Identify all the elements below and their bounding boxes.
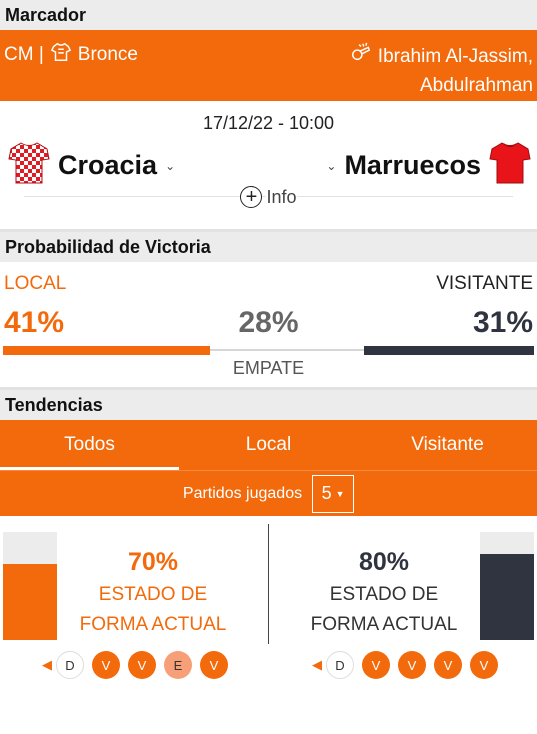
probability-header: Probabilidad de Victoria <box>0 232 537 262</box>
competition-bar: CM | Bronce Ibrahim Al-Jassim, Abdulrahm… <box>0 30 537 101</box>
chevron-down-icon: ⌄ <box>165 158 176 173</box>
away-result-2[interactable]: V <box>398 651 426 679</box>
home-form-label-line1: ESTADO DE <box>98 584 208 605</box>
home-result-3[interactable]: E <box>164 651 192 679</box>
home-results: ◀ D V V E V <box>42 651 228 679</box>
home-form-bar-fill <box>3 564 57 640</box>
match-datetime: 17/12/22 - 10:00 <box>202 113 335 133</box>
away-team[interactable]: ⌄ Marruecos <box>326 141 531 190</box>
morocco-shirt-icon <box>489 141 531 190</box>
referee-name-cont: Abdulrahman <box>419 75 533 96</box>
home-result-2[interactable]: V <box>128 651 156 679</box>
away-result-0[interactable]: D <box>326 651 354 679</box>
probability-bar <box>3 346 534 355</box>
away-team-name: Marruecos <box>344 150 481 180</box>
match-card: 17/12/22 - 10:00 Croacia ⌄ ⌄ Marruecos +… <box>0 101 537 232</box>
played-label: Partidos jugados <box>182 484 303 502</box>
home-result-1[interactable]: V <box>92 651 120 679</box>
trends-title: Tendencias <box>5 394 103 415</box>
croatia-shirt-icon <box>8 141 50 190</box>
away-form-label-line2: FORMA ACTUAL <box>310 614 458 635</box>
away-form-bar-fill <box>480 553 534 640</box>
tab-visitante[interactable]: Visitante <box>358 420 537 470</box>
away-result-3[interactable]: V <box>434 651 462 679</box>
away-form-bar <box>480 532 534 640</box>
home-form-label-line2: FORMA ACTUAL <box>79 614 227 635</box>
probability-panel: LOCAL VISITANTE 41% 28% 31% EMPATE <box>0 262 537 390</box>
shirt-icon <box>50 41 72 69</box>
whistle-icon <box>350 41 372 72</box>
tab-local[interactable]: Local <box>179 420 358 470</box>
played-select[interactable]: 5 ▼ <box>312 474 355 513</box>
arrow-left-icon: ◀ <box>42 657 52 672</box>
draw-probability: 28% <box>238 306 299 339</box>
tab-todos[interactable]: Todos <box>0 420 179 470</box>
trends-tabs: Todos Local Visitante <box>0 420 537 470</box>
home-team[interactable]: Croacia ⌄ <box>8 141 175 190</box>
round-name: Bronce <box>77 44 138 65</box>
played-filter: Partidos jugados 5 ▼ <box>0 470 537 516</box>
played-value: 5 <box>321 483 332 503</box>
marcador-header: Marcador <box>0 0 537 30</box>
away-probability: 31% <box>472 306 533 339</box>
arrow-left-icon: ◀ <box>312 657 322 672</box>
away-result-1[interactable]: V <box>362 651 390 679</box>
home-form-label: ESTADO DE FORMA ACTUAL <box>68 580 238 640</box>
home-form-bar <box>3 532 57 640</box>
away-form: 80% ESTADO DE FORMA ACTUAL ◀ D V V V V <box>269 524 537 686</box>
home-probability-bar <box>3 346 210 355</box>
home-result-0[interactable]: D <box>56 651 84 679</box>
probability-title: Probabilidad de Victoria <box>5 236 211 257</box>
plus-circle-icon: + <box>240 186 263 208</box>
home-team-name: Croacia <box>58 150 158 180</box>
draw-probability-bar <box>210 349 364 351</box>
home-label: LOCAL <box>4 273 67 294</box>
chevron-down-icon: ⌄ <box>326 158 337 173</box>
away-form-label-line1: ESTADO DE <box>329 584 439 605</box>
away-results: ◀ D V V V V <box>312 651 498 679</box>
marcador-title: Marcador <box>5 4 87 25</box>
referee-name: Ibrahim Al-Jassim, <box>377 45 533 67</box>
caret-down-icon: ▼ <box>335 488 345 499</box>
home-form-pct: 70% <box>127 548 179 576</box>
competition-name: CM | <box>4 44 44 65</box>
away-label: VISITANTE <box>436 273 533 294</box>
draw-label: EMPATE <box>232 358 305 378</box>
away-form-label: ESTADO DE FORMA ACTUAL <box>299 580 469 640</box>
info-toggle[interactable]: + Info <box>24 186 513 208</box>
home-result-4[interactable]: V <box>200 651 228 679</box>
away-form-pct: 80% <box>358 548 410 576</box>
form-area: 70% ESTADO DE FORMA ACTUAL ◀ D V V E V 80% ES… <box>0 516 537 686</box>
away-result-4[interactable]: V <box>470 651 498 679</box>
info-label: Info <box>266 186 297 208</box>
home-form: 70% ESTADO DE FORMA ACTUAL ◀ D V V E V <box>0 524 268 686</box>
trends-header: Tendencias <box>0 390 537 420</box>
away-probability-bar <box>364 346 534 355</box>
